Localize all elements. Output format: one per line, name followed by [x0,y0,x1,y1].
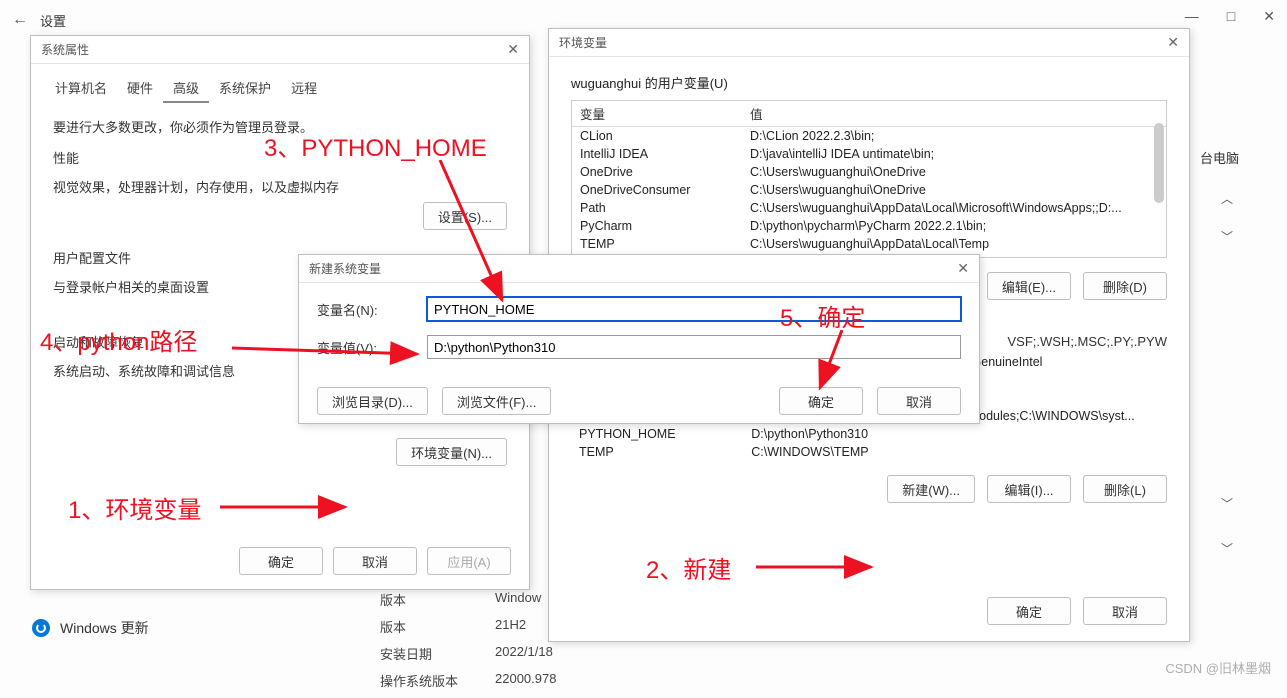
tab-computer-name[interactable]: 计算机名 [45,74,117,103]
dialog-title: 新建系统变量 [309,260,381,277]
back-icon[interactable]: ← [12,11,28,29]
tab-hardware[interactable]: 硬件 [117,74,163,103]
chevron-down-icon[interactable]: ﹀ [1217,228,1237,245]
user-vars-label: wuguanghui 的用户变量(U) [571,73,1167,92]
tab-remote[interactable]: 远程 [281,74,327,103]
perf-desc: 视觉效果，处理器计划，内存使用，以及虚拟内存 [53,177,507,196]
var-value-input[interactable] [427,335,961,359]
tab-bar: 计算机名 硬件 高级 系统保护 远程 [31,64,529,103]
user-vars-table[interactable]: 变量 值 CLionD:\CLion 2022.2.3\bin; Intelli… [571,100,1167,258]
table-row: PYTHON_HOMED:\python\Python310 [571,425,1167,443]
windows-update-item[interactable]: Windows 更新 [32,618,149,638]
dialog-title: 环境变量 [559,34,607,51]
settings-title: 设置 [40,11,66,30]
cancel-button[interactable]: 取消 [1083,597,1167,625]
dialog-titlebar: 系统属性 ✕ [31,36,529,64]
delete-user-button[interactable]: 删除(D) [1083,272,1167,300]
var-value-label: 变量值(V): [317,338,427,357]
admin-note: 要进行大多数更改，你必须作为管理员登录。 [53,117,507,136]
maximize-icon[interactable]: □ [1227,8,1235,25]
browse-file-button[interactable]: 浏览文件(F)... [442,387,551,415]
tab-system-protect[interactable]: 系统保护 [209,74,281,103]
var-name-input[interactable] [427,297,961,321]
update-icon [32,619,50,637]
system-info: 版本Window 版本21H2 安装日期2022/1/18 操作系统版本2200… [380,590,556,698]
ok-button[interactable]: 确定 [987,597,1071,625]
close-icon[interactable]: ✕ [1263,8,1275,25]
this-pc-label: 台电脑 [1200,148,1239,167]
apply-button: 应用(A) [427,547,511,575]
table-row: TEMPC:\WINDOWS\TEMP [571,443,1167,461]
dialog-titlebar: 环境变量 ✕ [549,29,1189,57]
close-icon[interactable]: ✕ [1167,34,1179,51]
table-row: IntelliJ IDEAD:\java\intelliJ IDEA untim… [572,145,1166,163]
ok-button[interactable]: 确定 [239,547,323,575]
table-row: TEMPC:\Users\wuguanghui\AppData\Local\Te… [572,235,1166,253]
dialog-title: 系统属性 [41,41,89,58]
chevron-up-icon[interactable]: ︿ [1217,190,1237,207]
chevron-down-icon[interactable]: ﹀ [1217,495,1237,512]
watermark: CSDN @旧林墨烟 [1165,658,1271,677]
windows-update-label: Windows 更新 [60,618,149,638]
var-name-label: 变量名(N): [317,300,427,319]
table-row: PyCharmD:\python\pycharm\PyCharm 2022.2.… [572,217,1166,235]
ok-button[interactable]: 确定 [779,387,863,415]
tab-advanced[interactable]: 高级 [163,74,209,103]
cancel-button[interactable]: 取消 [333,547,417,575]
edit-sys-button[interactable]: 编辑(I)... [987,475,1071,503]
table-row: OneDriveConsumerC:\Users\wuguanghui\OneD… [572,181,1166,199]
scrollbar[interactable] [1154,123,1164,203]
window-controls: — □ ✕ [1185,8,1275,25]
table-row: CLionD:\CLion 2022.2.3\bin; [572,127,1166,146]
table-row: OneDriveC:\Users\wuguanghui\OneDrive [572,163,1166,181]
new-sys-button[interactable]: 新建(W)... [887,475,975,503]
table-row: PathC:\Users\wuguanghui\AppData\Local\Mi… [572,199,1166,217]
col-value[interactable]: 值 [742,101,1166,127]
env-var-button[interactable]: 环境变量(N)... [396,438,507,466]
close-icon[interactable]: ✕ [507,41,519,58]
col-variable[interactable]: 变量 [572,101,742,127]
perf-title: 性能 [53,148,507,167]
perf-settings-button[interactable]: 设置(S)... [423,202,507,230]
new-sys-var-dialog: 新建系统变量 ✕ 变量名(N): 变量值(V): 浏览目录(D)... 浏览文件… [298,254,980,424]
browse-dir-button[interactable]: 浏览目录(D)... [317,387,428,415]
delete-sys-button[interactable]: 删除(L) [1083,475,1167,503]
chevron-down-icon[interactable]: ﹀ [1217,540,1237,557]
edit-user-button[interactable]: 编辑(E)... [987,272,1071,300]
minimize-icon[interactable]: — [1185,8,1199,25]
close-icon[interactable]: ✕ [957,260,969,277]
dialog-titlebar: 新建系统变量 ✕ [299,255,979,283]
cancel-button[interactable]: 取消 [877,387,961,415]
